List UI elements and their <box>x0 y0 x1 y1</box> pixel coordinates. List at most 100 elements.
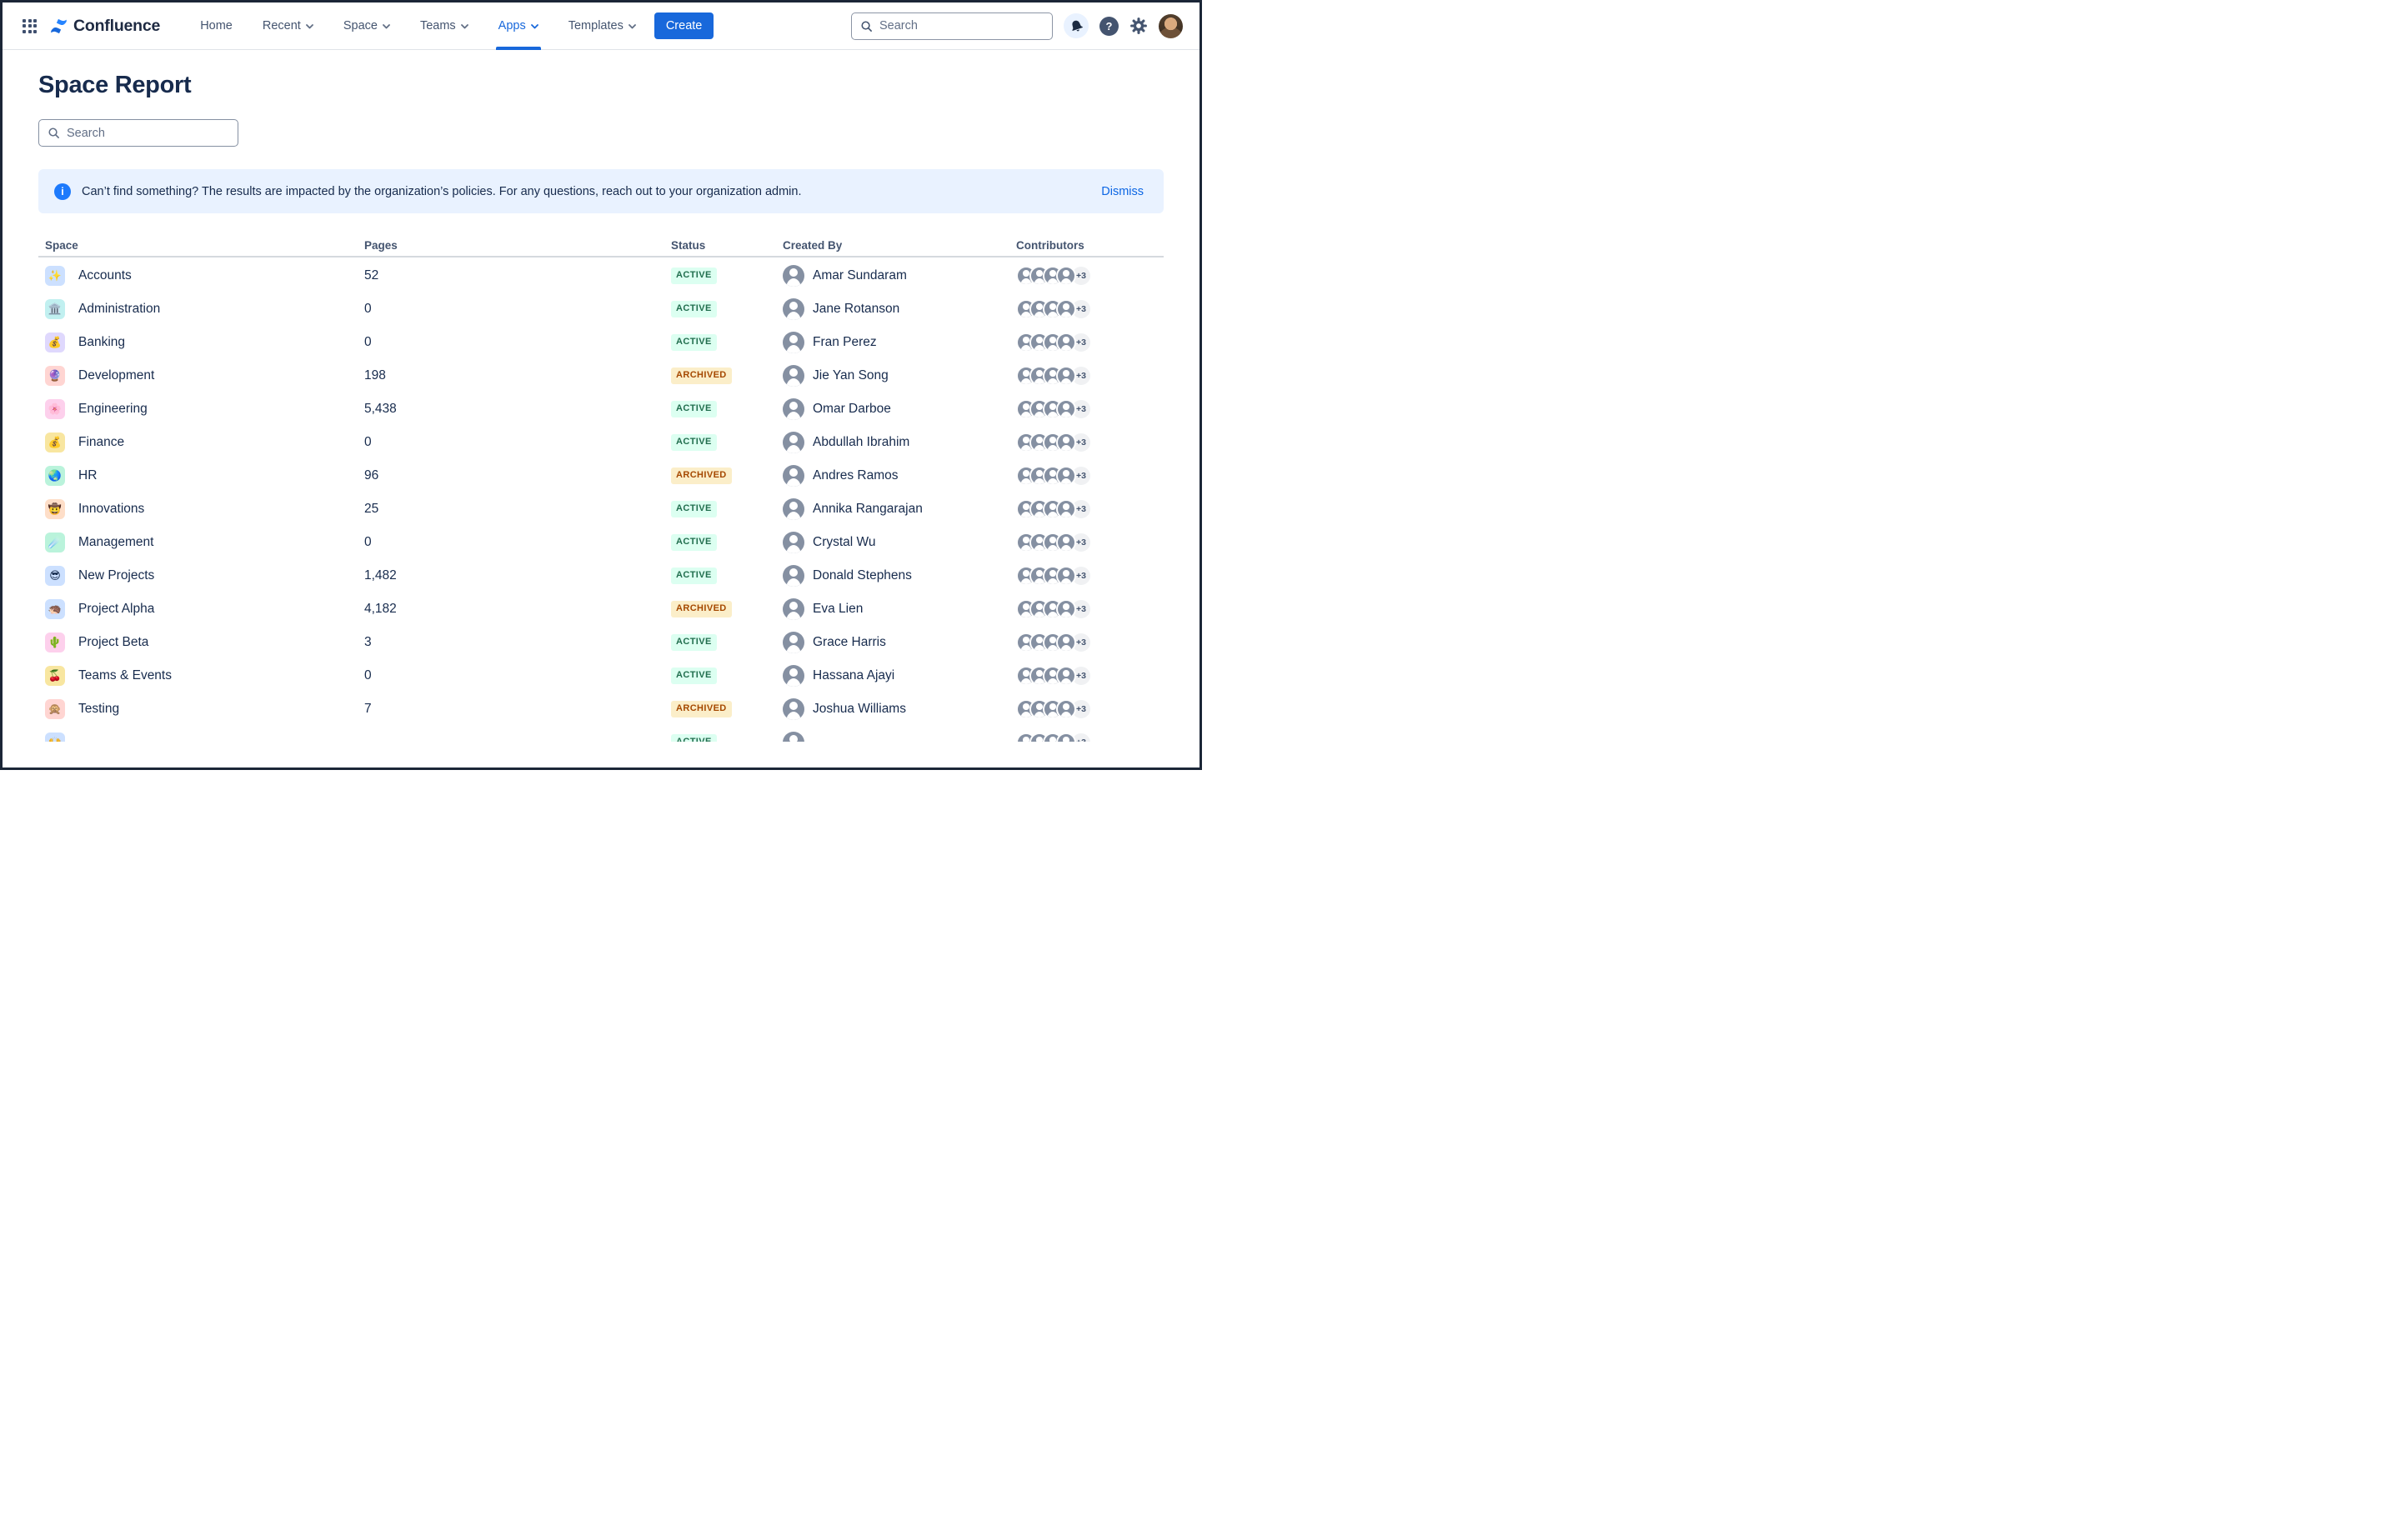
pages-count: 0 <box>364 302 372 317</box>
person-avatar-icon <box>1056 666 1076 686</box>
pages-count: 52 <box>364 268 378 283</box>
table-row[interactable]: ☄️ Management 0 ACTIVE Crystal Wu +3 <box>38 526 1164 559</box>
dismiss-link[interactable]: Dismiss <box>1101 185 1144 198</box>
global-search-input[interactable] <box>879 19 1044 32</box>
space-name: New Projects <box>78 568 154 583</box>
contributors-avatars[interactable]: +3 <box>1016 732 1092 742</box>
person-avatar-icon <box>1056 699 1076 719</box>
search-icon <box>860 20 873 32</box>
user-avatar[interactable] <box>1159 14 1183 38</box>
table-row[interactable]: 🙌 ACTIVE +3 <box>38 726 1164 742</box>
created-by-name: Eva Lien <box>813 602 863 617</box>
table-row[interactable]: 💰 Finance 0 ACTIVE Abdullah Ibrahim +3 <box>38 426 1164 459</box>
info-banner: i Can’t find something? The results are … <box>38 169 1164 213</box>
nav-item-teams[interactable]: Teams <box>420 2 468 50</box>
person-avatar-icon <box>783 532 804 553</box>
table-row[interactable]: 🙊 Testing 7 ARCHIVED Joshua Williams +3 <box>38 692 1164 726</box>
chevron-down-icon <box>461 24 468 29</box>
contributors-avatars[interactable]: +3 <box>1016 365 1092 387</box>
notifications-bell-icon[interactable] <box>1064 13 1089 38</box>
contributors-avatars[interactable]: +3 <box>1016 598 1092 620</box>
table-row[interactable]: 🏛️ Administration 0 ACTIVE Jane Rotanson… <box>38 292 1164 326</box>
table-row[interactable]: 🔮 Development 198 ARCHIVED Jie Yan Song … <box>38 359 1164 392</box>
status-badge: ACTIVE <box>671 401 717 417</box>
person-avatar-icon <box>783 398 804 420</box>
space-name: Accounts <box>78 268 132 283</box>
nav-item-templates[interactable]: Templates <box>568 2 636 50</box>
column-header-contributors: Contributors <box>1009 239 1164 252</box>
pages-count: 0 <box>364 435 372 450</box>
contributors-avatars[interactable]: +3 <box>1016 665 1092 687</box>
nav-item-apps[interactable]: Apps <box>498 2 538 50</box>
pages-count: 96 <box>364 468 378 483</box>
table-row[interactable]: 🌵 Project Beta 3 ACTIVE Grace Harris +3 <box>38 626 1164 659</box>
table-row[interactable]: 🦔 Project Alpha 4,182 ARCHIVED Eva Lien … <box>38 592 1164 626</box>
sparkles-icon: ✨ <box>45 266 65 286</box>
person-avatar-icon <box>783 265 804 287</box>
main-content: Space Report i Can’t find something? The… <box>3 72 1199 742</box>
created-by-name: Annika Rangarajan <box>813 502 923 517</box>
space-name: HR <box>78 468 97 483</box>
contributors-avatars[interactable]: +3 <box>1016 398 1092 420</box>
crystal-ball-icon: 🔮 <box>45 366 65 386</box>
person-avatar-icon <box>783 598 804 620</box>
table-row[interactable]: 🤠 Innovations 25 ACTIVE Annika Rangaraja… <box>38 492 1164 526</box>
contributors-avatars[interactable]: +3 <box>1016 698 1092 720</box>
created-by-name: Donald Stephens <box>813 568 912 583</box>
status-badge: ACTIVE <box>671 301 717 317</box>
app-switcher-icon[interactable] <box>23 19 37 33</box>
contributors-avatars[interactable]: +3 <box>1016 632 1092 653</box>
person-avatar-icon <box>783 465 804 487</box>
create-button[interactable]: Create <box>654 12 714 39</box>
table-row[interactable]: 🍒 Teams & Events 0 ACTIVE Hassana Ajayi … <box>38 659 1164 692</box>
person-avatar-icon <box>1056 266 1076 286</box>
chevron-down-icon <box>629 24 636 29</box>
created-by-name: Abdullah Ibrahim <box>813 435 909 450</box>
table-row[interactable]: 😎 New Projects 1,482 ACTIVE Donald Steph… <box>38 559 1164 592</box>
table-row[interactable]: ✨ Accounts 52 ACTIVE Amar Sundaram +3 <box>38 259 1164 292</box>
report-search-input[interactable] <box>67 127 229 140</box>
banner-message: Can’t find something? The results are im… <box>82 185 802 198</box>
person-avatar-icon <box>1056 599 1076 619</box>
person-avatar-icon <box>1056 366 1076 386</box>
person-avatar-icon <box>783 332 804 353</box>
pages-count: 1,482 <box>364 568 397 583</box>
contributors-avatars[interactable]: +3 <box>1016 432 1092 453</box>
person-avatar-icon <box>1056 299 1076 319</box>
pages-count: 4,182 <box>364 602 397 617</box>
contributors-avatars[interactable]: +3 <box>1016 332 1092 353</box>
created-by-name: Jane Rotanson <box>813 302 899 317</box>
money-bag-icon: 💰 <box>45 332 65 352</box>
person-avatar-icon <box>783 698 804 720</box>
nav-item-home[interactable]: Home <box>200 2 233 50</box>
table-row[interactable]: 💰 Banking 0 ACTIVE Fran Perez +3 <box>38 326 1164 359</box>
table-row[interactable]: 🌸 Engineering 5,438 ACTIVE Omar Darboe +… <box>38 392 1164 426</box>
created-by-name: Joshua Williams <box>813 702 906 717</box>
info-icon: i <box>54 183 71 200</box>
contributors-avatars[interactable]: +3 <box>1016 298 1092 320</box>
speak-no-evil-monkey-icon: 🙊 <box>45 699 65 719</box>
contributors-avatars[interactable]: +3 <box>1016 532 1092 553</box>
pages-count: 0 <box>364 668 372 683</box>
pages-count: 25 <box>364 502 378 517</box>
confluence-logo[interactable]: Confluence <box>50 17 160 36</box>
contributors-avatars[interactable]: +3 <box>1016 565 1092 587</box>
raising-hands-icon: 🙌 <box>45 732 65 742</box>
report-search[interactable] <box>38 119 238 147</box>
column-header-pages: Pages <box>358 239 664 252</box>
settings-gear-icon[interactable] <box>1129 17 1148 35</box>
person-avatar-icon <box>783 632 804 653</box>
nav-item-space[interactable]: Space <box>343 2 390 50</box>
space-name: Management <box>78 535 153 550</box>
help-icon[interactable]: ? <box>1099 17 1119 36</box>
table-row[interactable]: 🌏 HR 96 ARCHIVED Andres Ramos +3 <box>38 459 1164 492</box>
hedgehog-icon: 🦔 <box>45 599 65 619</box>
contributors-avatars[interactable]: +3 <box>1016 498 1092 520</box>
column-header-status: Status <box>664 239 776 252</box>
contributors-avatars[interactable]: +3 <box>1016 265 1092 287</box>
contributors-avatars[interactable]: +3 <box>1016 465 1092 487</box>
top-navigation-bar: Confluence Home Recent Space Teams Apps <box>3 2 1199 50</box>
nav-item-recent[interactable]: Recent <box>263 2 313 50</box>
global-search[interactable] <box>851 12 1053 40</box>
column-header-created-by: Created By <box>776 239 1009 252</box>
